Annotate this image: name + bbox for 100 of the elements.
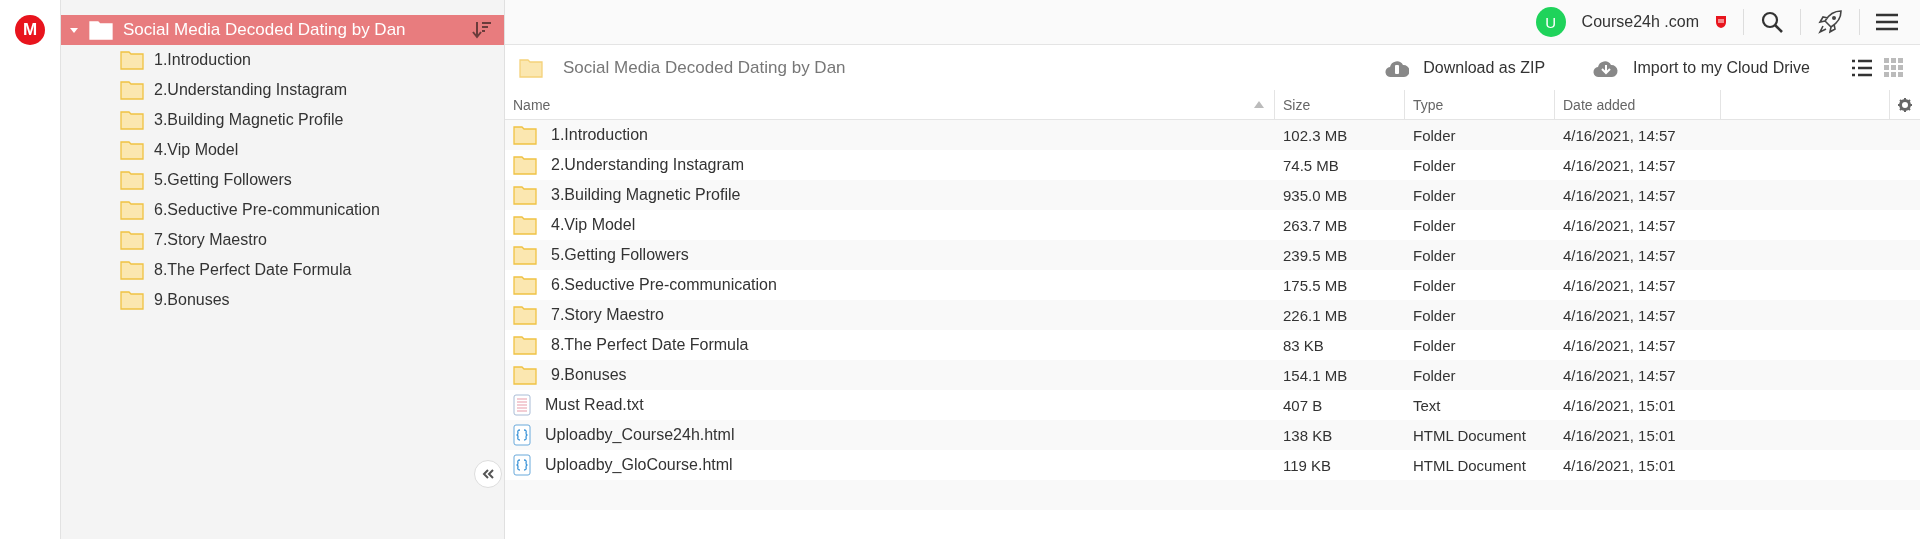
folder-icon	[120, 140, 144, 160]
sort-icon[interactable]	[472, 21, 492, 39]
folder-title: Social Media Decoded Dating by Dan	[563, 57, 847, 78]
text-file-icon	[513, 394, 531, 416]
tree-item[interactable]: 2.Understanding Instagram	[61, 75, 504, 105]
size-cell-text: 154.1 MB	[1282, 365, 1349, 386]
double-chevron-icon	[482, 469, 494, 479]
size-cell-text: 407 B	[1282, 395, 1324, 416]
date-cell-text: 4/16/2021, 14:57	[1562, 275, 1677, 296]
search-button[interactable]	[1760, 10, 1784, 34]
file-name: 3.Building Magnetic Profile	[551, 186, 741, 204]
logo[interactable]: M	[15, 15, 45, 45]
column-header[interactable]: Date added	[1563, 96, 1636, 113]
size-cell-text: 138 KB	[1282, 425, 1334, 446]
file-name: Must Read.txt	[545, 396, 644, 414]
file-name: Uploadby_GloCourse.html	[545, 456, 733, 474]
file-name: 8.The Perfect Date Formula	[551, 336, 749, 354]
import-button[interactable]: Import to my Cloud Drive	[1587, 56, 1816, 79]
date-cell-text: 4/16/2021, 15:01	[1562, 395, 1677, 416]
tree-item[interactable]: 9.Bonuses	[61, 285, 504, 315]
size-cell-text: 119 KB	[1282, 455, 1333, 476]
shield-icon	[1715, 15, 1727, 29]
file-row[interactable]: 1.Introduction 102.3 MB Folder 4/16/2021, 14:57	[505, 120, 1920, 150]
type-cell-text: Folder	[1412, 275, 1457, 296]
tree-item[interactable]: 8.The Perfect Date Formula	[61, 255, 504, 285]
folder-icon	[120, 290, 144, 310]
folder-icon	[513, 245, 537, 265]
tree-label: 4.Vip Model	[154, 141, 239, 159]
size-cell-text: 175.5 MB	[1282, 275, 1349, 296]
file-row[interactable]: 7.Story Maestro 226.1 MB Folder 4/16/2021, 14:57	[505, 300, 1920, 330]
date-cell-text: 4/16/2021, 14:57	[1562, 125, 1677, 146]
menu-button[interactable]	[1876, 13, 1898, 31]
folder-icon	[513, 365, 537, 385]
tree-label: Social Media Decoded Dating by Dan	[123, 20, 407, 40]
file-name: 1.Introduction	[551, 126, 648, 144]
code-file-icon	[513, 424, 531, 446]
folder-icon	[120, 170, 144, 190]
date-cell-text: 4/16/2021, 14:57	[1562, 185, 1677, 206]
tree-item[interactable]: 6.Seductive Pre-communication	[61, 195, 504, 225]
folder-icon	[519, 57, 543, 78]
list-view-button[interactable]	[1852, 58, 1872, 77]
date-cell-text: 4/16/2021, 14:57	[1562, 305, 1677, 326]
size-cell-text: 226.1 MB	[1282, 305, 1349, 326]
tree-item[interactable]: 4.Vip Model	[61, 135, 504, 165]
folder-icon	[120, 50, 144, 70]
folder-icon	[120, 110, 144, 130]
file-row[interactable]: 5.Getting Followers 239.5 MB Folder 4/16/2021, 14:57	[505, 240, 1920, 270]
file-name: 6.Seductive Pre-communication	[551, 276, 777, 294]
code-file-icon	[513, 454, 531, 476]
type-cell-text: Folder	[1412, 335, 1457, 356]
date-cell-text: 4/16/2021, 14:57	[1562, 215, 1677, 236]
column-header[interactable]: Name	[513, 96, 551, 113]
type-cell-text: Folder	[1412, 365, 1457, 386]
collapse-button[interactable]	[474, 460, 502, 488]
column-header[interactable]: Type	[1413, 96, 1444, 113]
file-name: 4.Vip Model	[551, 216, 636, 234]
download-zip-button[interactable]: Download as ZIP	[1379, 56, 1552, 79]
date-cell-text: 4/16/2021, 14:57	[1562, 365, 1677, 386]
file-name: Uploadby_Course24h.html	[545, 426, 735, 444]
tree-label: 6.Seductive Pre-communication	[154, 201, 380, 219]
date-cell-text: 4/16/2021, 15:01	[1562, 425, 1677, 446]
file-name: 5.Getting Followers	[551, 246, 689, 264]
type-cell-text: HTML Document	[1412, 425, 1527, 446]
tree-label: 5.Getting Followers	[154, 171, 292, 189]
tree-item[interactable]: 1.Introduction	[61, 45, 504, 75]
account-name[interactable]: Course24h .com	[1581, 13, 1699, 31]
tree-label: 9.Bonuses	[154, 291, 230, 309]
folder-icon	[513, 185, 537, 205]
date-cell-text: 4/16/2021, 14:57	[1562, 155, 1677, 176]
type-cell-text: Folder	[1412, 245, 1457, 266]
tree-label: 7.Story Maestro	[154, 231, 267, 249]
column-header[interactable]: Size	[1283, 96, 1311, 113]
folder-icon	[513, 275, 537, 295]
tree-item[interactable]: 5.Getting Followers	[61, 165, 504, 195]
rocket-button[interactable]	[1817, 9, 1843, 35]
size-cell-text: 239.5 MB	[1282, 245, 1349, 266]
folder-icon	[513, 335, 537, 355]
file-row[interactable]: 3.Building Magnetic Profile 935.0 MB Folder 4/16/2021, 14:57	[505, 180, 1920, 210]
type-cell-text: Folder	[1412, 155, 1457, 176]
type-cell-text: Folder	[1412, 305, 1457, 326]
folder-icon	[120, 80, 144, 100]
file-row[interactable]: 9.Bonuses 154.1 MB Folder 4/16/2021, 14:57	[505, 360, 1920, 390]
file-name: 7.Story Maestro	[551, 306, 664, 324]
settings-icon[interactable]	[1898, 97, 1912, 112]
type-cell-text: Folder	[1412, 185, 1457, 206]
size-cell-text: 74.5 MB	[1282, 155, 1340, 176]
tree-item[interactable]: 3.Building Magnetic Profile	[61, 105, 504, 135]
folder-icon	[513, 305, 537, 325]
tree-label: 1.Introduction	[154, 51, 251, 69]
tree-item[interactable]: 7.Story Maestro	[61, 225, 504, 255]
type-cell-text: Folder	[1412, 215, 1457, 236]
file-row[interactable]: Uploadby_Course24h.html 138 KB HTML Document 4/16/2021, 15:01	[505, 420, 1920, 450]
date-cell-text: 4/16/2021, 15:01	[1562, 455, 1677, 476]
folder-icon	[89, 20, 113, 40]
tree-label: 8.The Perfect Date Formula	[154, 261, 352, 279]
date-cell-text: 4/16/2021, 14:57	[1562, 335, 1677, 356]
folder-icon	[120, 260, 144, 280]
size-cell-text: 102.3 MB	[1282, 125, 1349, 146]
caret-icon[interactable]	[69, 25, 79, 35]
size-cell-text: 263.7 MB	[1282, 215, 1349, 236]
